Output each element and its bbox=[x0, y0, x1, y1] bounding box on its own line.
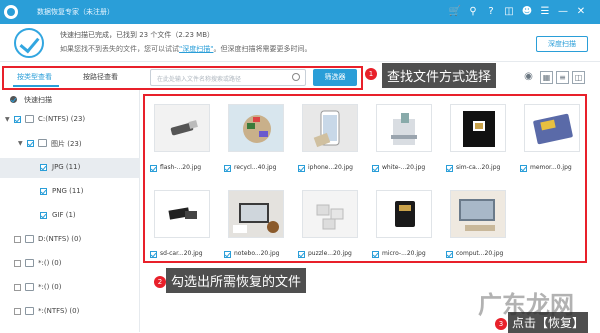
scan-summary-text: 快速扫描已完成，已找到 23 个文件（2.23 MB） bbox=[60, 31, 215, 39]
close-icon[interactable]: ✕ bbox=[574, 5, 588, 19]
tree-item-label: JPG (11) bbox=[52, 163, 81, 171]
tree-item-label: C:(NTFS) (23) bbox=[38, 115, 86, 123]
deep-scan-button[interactable]: 深度扫描 bbox=[536, 36, 588, 52]
grid-icon[interactable]: ▦ bbox=[540, 71, 553, 84]
gif-checkbox[interactable] bbox=[40, 212, 47, 219]
deep-scan-hint: 如果您找不到丢失的文件，您可以试试"深度扫描"。但深度扫描将需要更多时间。 bbox=[60, 44, 311, 54]
key-icon[interactable]: ⚲ bbox=[466, 5, 480, 19]
drive-checkbox[interactable] bbox=[14, 308, 21, 315]
chevron-down-icon[interactable]: ▼ bbox=[5, 116, 10, 123]
annotation-callout-3: 点击【恢复】 bbox=[508, 312, 589, 333]
annotation-badge-1: 1 bbox=[365, 68, 377, 80]
tree-item-drive-unknown-2[interactable]: *:() (0) bbox=[0, 278, 140, 298]
tree-item-label: 图片 (23) bbox=[51, 140, 82, 148]
drive-icon bbox=[25, 115, 34, 123]
tree-item-label: *:(NTFS) (0) bbox=[38, 307, 80, 315]
tree-item-label: PNG (11) bbox=[52, 187, 84, 195]
tree-item-images[interactable]: ▼ 图片 (23) bbox=[0, 134, 140, 154]
eye-icon[interactable]: ◉ bbox=[522, 71, 535, 84]
tree-item-png[interactable]: PNG (11) bbox=[0, 182, 140, 202]
list-icon[interactable]: ≡ bbox=[556, 71, 569, 84]
app-title: 数据恢复专家（未注册） bbox=[37, 8, 114, 16]
tree-item-label: D:(NTFS) (0) bbox=[38, 235, 82, 243]
drive-icon bbox=[25, 283, 34, 291]
drive-icon bbox=[25, 259, 34, 267]
tree-item-quick-scan[interactable]: 快速扫描 bbox=[0, 90, 140, 110]
tree-item-drive-d[interactable]: D:(NTFS) (0) bbox=[0, 230, 140, 250]
jpg-checkbox[interactable] bbox=[40, 164, 47, 171]
scan-status-panel: 快速扫描已完成，已找到 23 个文件（2.23 MB） 如果您找不到丢失的文件，… bbox=[0, 24, 600, 62]
drive-icon bbox=[25, 307, 34, 315]
tree-item-gif[interactable]: GIF (1) bbox=[0, 206, 140, 226]
png-checkbox[interactable] bbox=[40, 188, 47, 195]
hint-prefix: 如果您找不到丢失的文件，您可以试试 bbox=[60, 45, 179, 53]
image-folder-icon bbox=[38, 139, 47, 147]
annotation-box-1 bbox=[2, 66, 363, 90]
minimize-icon[interactable]: — bbox=[556, 5, 570, 19]
hint-suffix: 。但深度扫描将需要更多时间。 bbox=[213, 45, 312, 53]
tree-item-label: *:() (0) bbox=[38, 283, 62, 291]
scan-complete-icon bbox=[14, 28, 44, 58]
help-icon[interactable]: ? bbox=[484, 5, 498, 19]
gift-icon[interactable]: ◫ bbox=[502, 5, 516, 19]
tree-item-label: *:() (0) bbox=[38, 259, 62, 267]
tree-item-drive-c[interactable]: ▼ C:(NTFS) (23) bbox=[0, 110, 140, 130]
sidebar-tree: 快速扫描 ▼ C:(NTFS) (23) ▼ 图片 (23) JPG (11) … bbox=[0, 90, 140, 332]
annotation-callout-2: 勾选出所需恢复的文件 bbox=[166, 268, 307, 293]
drive-c-checkbox[interactable] bbox=[14, 116, 21, 123]
app-logo-icon bbox=[3, 4, 19, 20]
annotation-callout-1: 查找文件方式选择 bbox=[382, 63, 497, 88]
images-checkbox[interactable] bbox=[27, 140, 34, 147]
cart-icon[interactable]: 🛒 bbox=[448, 5, 462, 19]
tree-item-jpg[interactable]: JPG (11) bbox=[0, 158, 140, 178]
deep-scan-link[interactable]: "深度扫描" bbox=[179, 45, 213, 53]
annotation-badge-3: 3 bbox=[495, 318, 507, 330]
tree-item-drive-ntfs[interactable]: *:(NTFS) (0) bbox=[0, 302, 140, 322]
annotation-box-2 bbox=[143, 94, 587, 263]
title-bar: 数据恢复专家（未注册） 🛒 ⚲ ? ◫ ☻ ☰ — ✕ bbox=[0, 0, 600, 24]
drive-d-checkbox[interactable] bbox=[14, 236, 21, 243]
tree-item-label: GIF (1) bbox=[52, 211, 76, 219]
annotation-badge-2: 2 bbox=[154, 276, 166, 288]
details-icon[interactable]: ◫ bbox=[572, 71, 585, 84]
quick-scan-checkbox[interactable] bbox=[10, 96, 17, 103]
tree-item-label: 快速扫描 bbox=[24, 96, 52, 104]
drive-checkbox[interactable] bbox=[14, 284, 21, 291]
drive-icon bbox=[25, 235, 34, 243]
user-icon[interactable]: ☻ bbox=[520, 5, 534, 19]
tree-item-drive-unknown-1[interactable]: *:() (0) bbox=[0, 254, 140, 274]
chevron-down-icon[interactable]: ▼ bbox=[18, 140, 23, 147]
drive-checkbox[interactable] bbox=[14, 260, 21, 267]
menu-icon[interactable]: ☰ bbox=[538, 5, 552, 19]
